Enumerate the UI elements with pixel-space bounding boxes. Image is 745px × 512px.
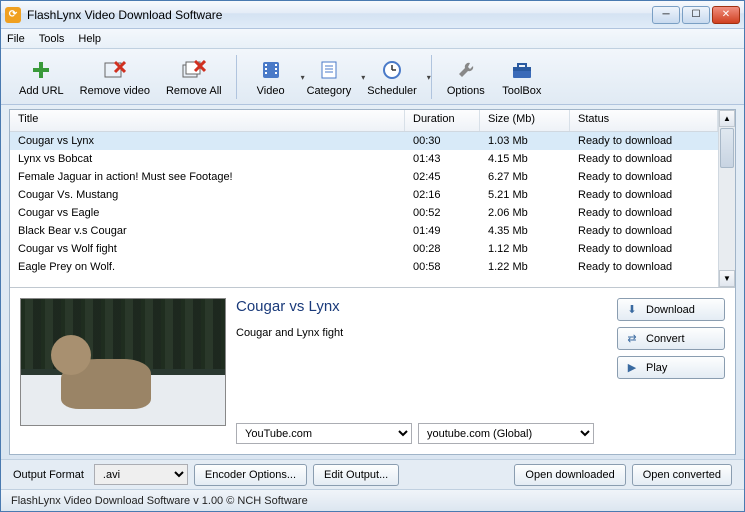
table-row[interactable]: Cougar Vs. Mustang02:165.21 MbReady to d… [10, 186, 718, 204]
list-icon [319, 57, 339, 83]
play-button[interactable]: ▶Play [617, 356, 725, 379]
output-format-label: Output Format [13, 469, 84, 481]
col-duration[interactable]: Duration [405, 110, 480, 131]
video-list: Title Duration Size (Mb) Status Cougar v… [10, 110, 718, 287]
options-button[interactable]: Options [438, 55, 494, 99]
open-downloaded-button[interactable]: Open downloaded [514, 464, 625, 486]
table-row[interactable]: Cougar vs Lynx00:301.03 MbReady to downl… [10, 132, 718, 150]
detail-description: Cougar and Lynx fight [236, 327, 607, 423]
convert-icon: ⇄ [626, 332, 638, 345]
table-row[interactable]: Cougar vs Eagle00:522.06 MbReady to down… [10, 204, 718, 222]
separator [431, 55, 432, 99]
table-row[interactable]: Black Bear v.s Cougar01:494.35 MbReady t… [10, 222, 718, 240]
bottom-bar: Output Format .avi Encoder Options... Ed… [1, 459, 744, 489]
toolbar: Add URL Remove video Remove All Video Ca… [1, 49, 744, 105]
source-select[interactable]: YouTube.com [236, 423, 412, 444]
remove-all-button[interactable]: Remove All [158, 55, 230, 99]
detail-title: Cougar vs Lynx [236, 298, 607, 315]
table-row[interactable]: Lynx vs Bobcat01:434.15 MbReady to downl… [10, 150, 718, 168]
output-format-select[interactable]: .avi [94, 464, 188, 485]
statusbar: FlashLynx Video Download Software v 1.00… [1, 489, 744, 511]
plus-icon [31, 57, 51, 83]
col-title[interactable]: Title [10, 110, 405, 131]
menu-help[interactable]: Help [78, 33, 101, 45]
minimize-button[interactable]: ─ [652, 6, 680, 24]
open-converted-button[interactable]: Open converted [632, 464, 732, 486]
scrollbar[interactable]: ▲ ▼ [718, 110, 735, 287]
encoder-options-button[interactable]: Encoder Options... [194, 464, 307, 486]
scroll-up-icon[interactable]: ▲ [719, 110, 735, 127]
menu-tools[interactable]: Tools [39, 33, 65, 45]
toolbox-button[interactable]: ToolBox [494, 55, 550, 99]
app-icon: ⟳ [5, 7, 21, 23]
table-row[interactable]: Cougar vs Wolf fight00:281.12 MbReady to… [10, 240, 718, 258]
category-button[interactable]: Category [299, 55, 360, 99]
close-button[interactable]: ✕ [712, 6, 740, 24]
scheduler-button[interactable]: Scheduler [359, 55, 425, 99]
download-button[interactable]: ⬇Download [617, 298, 725, 321]
films-x-icon [182, 57, 206, 83]
wrench-icon [456, 57, 476, 83]
table-row[interactable]: Female Jaguar in action! Must see Footag… [10, 168, 718, 186]
add-url-button[interactable]: Add URL [11, 55, 72, 99]
separator [236, 55, 237, 99]
menu-file[interactable]: File [7, 33, 25, 45]
edit-output-button[interactable]: Edit Output... [313, 464, 399, 486]
film-icon [261, 57, 281, 83]
scroll-down-icon[interactable]: ▼ [719, 270, 735, 287]
table-row[interactable]: Eagle Prey on Wolf.00:581.22 MbReady to … [10, 258, 718, 276]
col-status[interactable]: Status [570, 110, 718, 131]
maximize-button[interactable]: ☐ [682, 6, 710, 24]
site-select[interactable]: youtube.com (Global) [418, 423, 594, 444]
video-thumbnail [20, 298, 226, 426]
remove-video-button[interactable]: Remove video [72, 55, 158, 99]
film-x-icon [104, 57, 126, 83]
toolbox-icon [511, 57, 533, 83]
titlebar: ⟳ FlashLynx Video Download Software ─ ☐ … [1, 1, 744, 29]
col-size[interactable]: Size (Mb) [480, 110, 570, 131]
window-title: FlashLynx Video Download Software [27, 8, 652, 22]
play-icon: ▶ [626, 361, 638, 374]
download-icon: ⬇ [626, 303, 638, 316]
menubar: File Tools Help [1, 29, 744, 49]
clock-icon [382, 57, 402, 83]
scroll-thumb[interactable] [720, 128, 734, 168]
video-button[interactable]: Video [243, 55, 299, 99]
convert-button[interactable]: ⇄Convert [617, 327, 725, 350]
